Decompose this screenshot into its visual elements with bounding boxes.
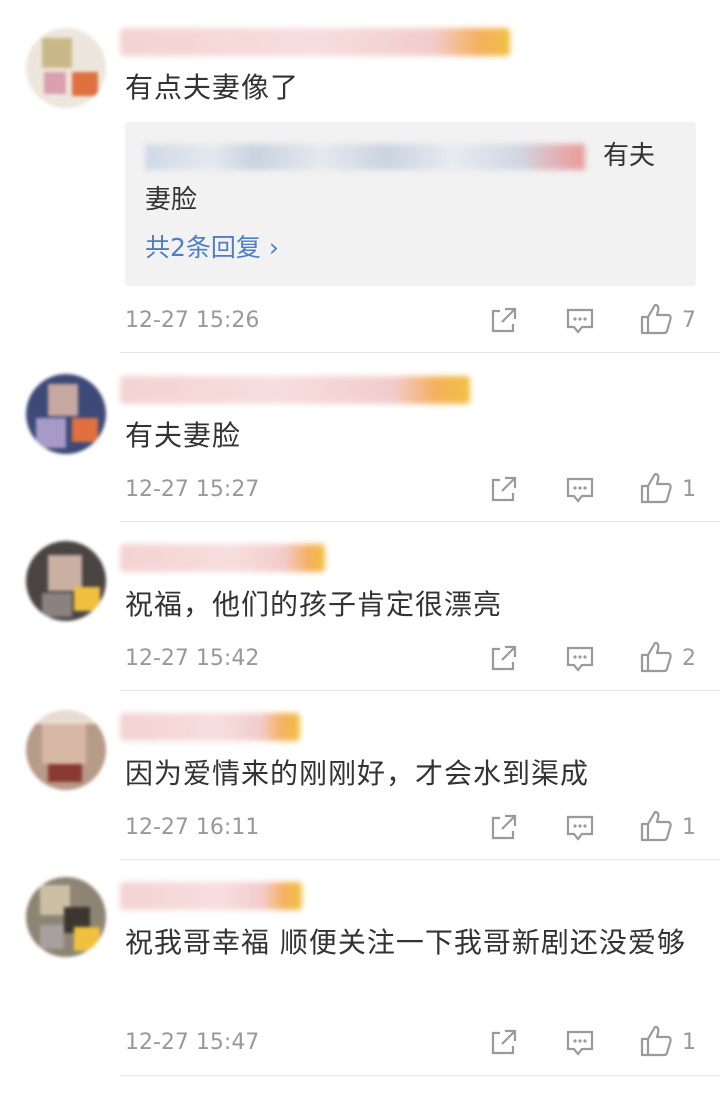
like-count: 1 xyxy=(682,815,696,840)
like-count: 2 xyxy=(682,646,696,671)
divider xyxy=(120,521,720,522)
reply-count-link[interactable]: 共2条回复 › xyxy=(145,228,279,264)
comment-icon[interactable] xyxy=(565,306,595,336)
like-count: 7 xyxy=(682,308,696,333)
avatar[interactable] xyxy=(26,541,106,621)
avatar[interactable] xyxy=(26,877,106,957)
comment-text: 祝福，他们的孩子肯定很漂亮 xyxy=(125,588,503,621)
like-icon[interactable] xyxy=(639,640,673,674)
like-icon[interactable] xyxy=(639,809,673,843)
username[interactable] xyxy=(120,882,302,910)
share-icon[interactable] xyxy=(489,1027,519,1057)
avatar[interactable] xyxy=(26,710,106,790)
reply-text: 有夫 妻脸 xyxy=(145,141,656,215)
like-count: 1 xyxy=(682,1030,696,1055)
comment-text: 祝我哥幸福 顺便关注一下我哥新剧还没爱够 xyxy=(125,926,686,959)
divider xyxy=(120,690,720,691)
comment-text: 有点夫妻像了 xyxy=(125,71,300,104)
divider xyxy=(120,859,720,860)
reply-preview[interactable]: 有夫 妻脸 共2条回复 › xyxy=(125,122,696,286)
like-icon[interactable] xyxy=(639,1024,673,1058)
username[interactable] xyxy=(120,713,300,741)
like-count: 1 xyxy=(682,477,696,502)
comment-time: 12-27 15:27 xyxy=(125,477,260,502)
comment-time: 12-27 15:47 xyxy=(125,1030,260,1055)
divider xyxy=(120,1075,720,1076)
comment-icon[interactable] xyxy=(565,644,595,674)
username[interactable] xyxy=(120,376,470,404)
comment-icon[interactable] xyxy=(565,475,595,505)
comment-text: 有夫妻脸 xyxy=(125,419,242,452)
comment-icon[interactable] xyxy=(565,813,595,843)
comment-text: 因为爱情来的刚刚好，才会水到渠成 xyxy=(125,757,590,790)
divider xyxy=(120,352,720,353)
comment-time: 12-27 15:26 xyxy=(125,308,260,333)
like-icon[interactable] xyxy=(639,302,673,336)
share-icon[interactable] xyxy=(489,812,519,842)
comment-icon[interactable] xyxy=(565,1028,595,1058)
username[interactable] xyxy=(120,544,325,572)
avatar[interactable] xyxy=(26,28,106,108)
avatar[interactable] xyxy=(26,374,106,454)
comment-time: 12-27 16:11 xyxy=(125,815,260,840)
like-icon[interactable] xyxy=(639,471,673,505)
username[interactable] xyxy=(120,28,510,56)
share-icon[interactable] xyxy=(489,643,519,673)
share-icon[interactable] xyxy=(489,305,519,335)
comment-time: 12-27 15:42 xyxy=(125,646,260,671)
share-icon[interactable] xyxy=(489,474,519,504)
